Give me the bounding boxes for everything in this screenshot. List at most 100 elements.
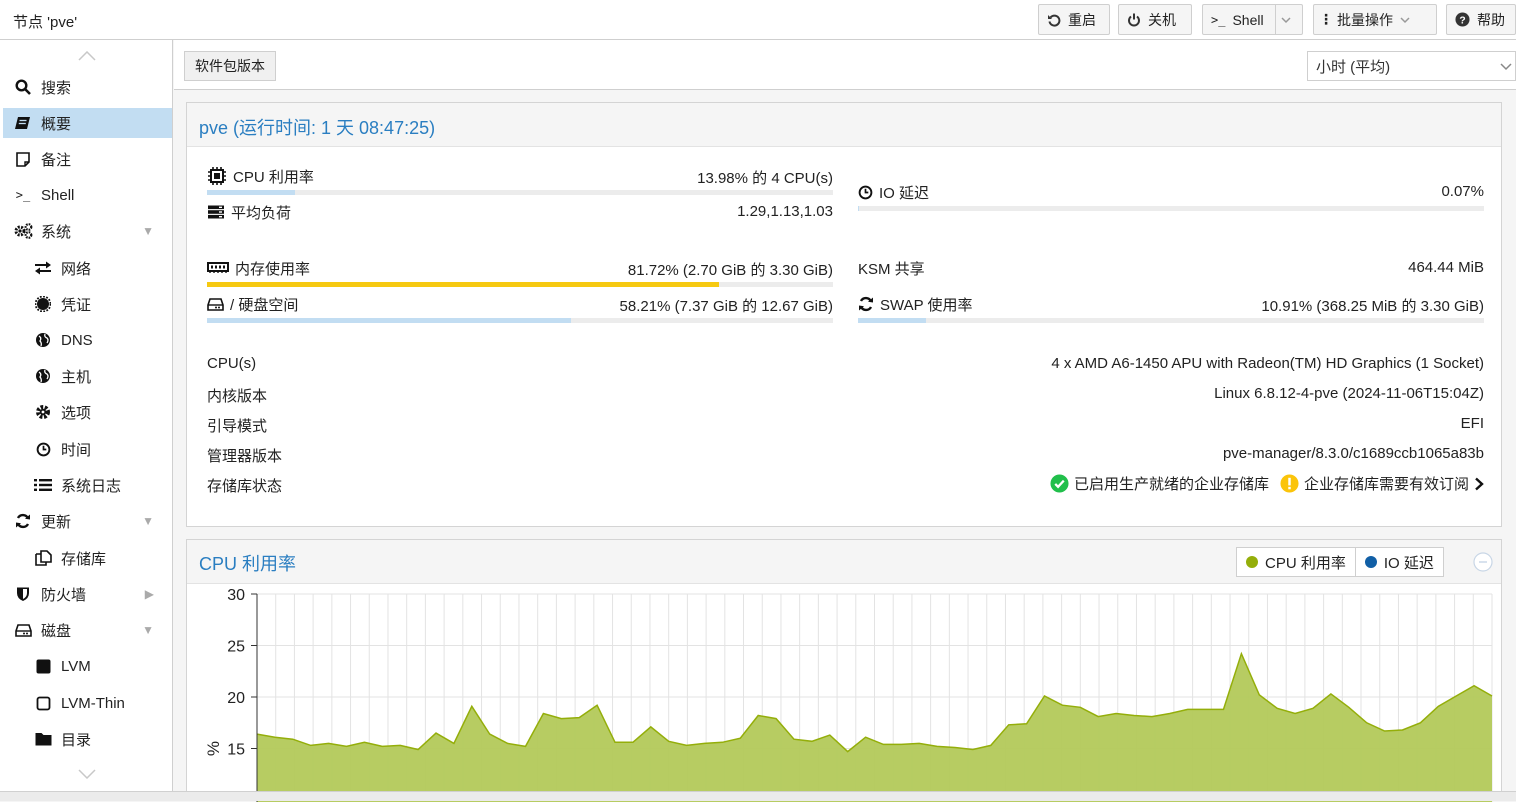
sidebar-item-summary[interactable]: 概要 [3, 108, 172, 138]
restart-label: 重启 [1068, 10, 1096, 30]
sidebar-item-firewall[interactable]: 防火墙 ▶ [3, 579, 172, 609]
clock-icon [858, 185, 873, 200]
sidebar-item-label: LVM-Thin [61, 695, 125, 712]
caret-down-icon[interactable]: ▼ [142, 224, 154, 238]
help-button[interactable]: ? 帮助 [1446, 4, 1516, 35]
shell-dropdown-toggle[interactable] [1275, 5, 1291, 34]
sidebar-item-label: 存储库 [61, 548, 106, 569]
load-average-label: 平均负荷 [231, 202, 291, 223]
collapse-icon[interactable] [1473, 552, 1493, 576]
sidebar-item-lvm-thin[interactable]: LVM-Thin [3, 688, 172, 718]
summary-toolbar: 软件包版本 小时 (平均) [174, 40, 1516, 90]
sidebar-item-lvm[interactable]: LVM [3, 651, 172, 681]
sidebar: 搜索 概要 备注 >_ Shell 系统 ▼ 网络 凭证 DNS 主机 选项 [0, 40, 173, 801]
swap-usage-row: SWAP 使用率 10.91% (368.25 MiB 的 3.30 GiB) [858, 292, 1484, 316]
sidebar-item-updates[interactable]: 更新 ▼ [3, 506, 172, 536]
cpu-usage-value: 13.98% 的 4 CPU(s) [697, 167, 833, 188]
sidebar-item-label: Shell [41, 187, 74, 204]
caret-down-icon[interactable]: ▼ [142, 514, 154, 528]
y-tick-label: 25 [227, 639, 245, 656]
question-circle-icon: ? [1455, 12, 1470, 27]
sidebar-item-time[interactable]: 时间 [3, 434, 172, 464]
sidebar-item-system[interactable]: 系统 ▼ [3, 216, 172, 246]
repository-warning-text: 企业存储库需要有效订阅 [1304, 473, 1469, 494]
sidebar-item-label: 网络 [61, 258, 91, 279]
warning-circle-icon [1280, 474, 1299, 493]
terminal-icon: >_ [1211, 13, 1225, 27]
chevron-right-icon[interactable] [1474, 477, 1484, 491]
chart-y-axis: 30252015% [204, 587, 257, 802]
caret-down-icon[interactable]: ▼ [142, 623, 154, 637]
ksm-sharing-row: KSM 共享 464.44 MiB [858, 256, 1484, 280]
cpu-chart-panel: CPU 利用率 CPU 利用率 IO 延迟 30252015% [186, 539, 1502, 801]
hdd-icon [13, 623, 33, 637]
sidebar-item-search[interactable]: 搜索 [3, 72, 172, 102]
kernel-version-value: Linux 6.8.12-4-pve (2024-11-06T15:04Z) [1214, 385, 1484, 402]
sidebar-item-syslog[interactable]: 系统日志 [3, 470, 172, 500]
sidebar-item-shell[interactable]: >_ Shell [3, 180, 172, 210]
note-icon [13, 152, 33, 167]
boot-mode-value: EFI [1461, 415, 1484, 432]
manager-version-value: pve-manager/8.3.0/c1689ccb1065a83b [1223, 445, 1484, 462]
repository-ok-text: 已启用生产就绪的企业存储库 [1074, 473, 1269, 494]
scroll-up-icon[interactable] [78, 48, 96, 66]
cpu-usage-bar [207, 190, 833, 195]
scroll-down-icon[interactable] [78, 766, 96, 784]
files-icon [33, 550, 53, 566]
terminal-icon: >_ [13, 188, 33, 202]
bulk-actions-button[interactable]: ⋮ 批量操作 [1313, 4, 1437, 35]
y-tick-label: 15 [227, 742, 245, 759]
shutdown-button[interactable]: 关机 [1118, 4, 1192, 35]
check-circle-icon [1050, 474, 1069, 493]
restart-button[interactable]: 重启 [1038, 4, 1110, 35]
status-panel-header: pve (运行时间: 1 天 08:47:25) [187, 103, 1501, 147]
ellipsis-vertical-icon: ⋮ [1322, 11, 1330, 28]
package-versions-button[interactable]: 软件包版本 [184, 51, 276, 81]
swap-usage-bar [858, 318, 1484, 323]
list-icon [33, 478, 53, 492]
timeframe-select[interactable]: 小时 (平均) [1307, 51, 1516, 81]
timeframe-value: 小时 (平均) [1316, 56, 1390, 77]
repository-status: 已启用生产就绪的企业存储库 企业存储库需要有效订阅 [1050, 473, 1484, 494]
sidebar-item-dns[interactable]: DNS [3, 325, 172, 355]
chevron-down-icon[interactable] [1499, 55, 1513, 80]
sidebar-item-repositories[interactable]: 存储库 [3, 543, 172, 573]
sidebar-item-label: 目录 [61, 729, 91, 750]
shell-label: Shell [1232, 12, 1263, 28]
sidebar-item-label: 系统 [41, 221, 71, 242]
node-title: 节点 'pve' [13, 11, 77, 32]
sidebar-item-hosts[interactable]: 主机 [3, 361, 172, 391]
undo-icon [1047, 13, 1061, 27]
main-content: 软件包版本 小时 (平均) pve (运行时间: 1 天 08:47:25) C… [174, 40, 1516, 801]
gear-icon [33, 404, 53, 420]
sidebar-item-options[interactable]: 选项 [3, 397, 172, 427]
y-tick-label: 30 [227, 587, 245, 604]
cpus-label: CPU(s) [207, 355, 256, 372]
bottom-splitter[interactable] [0, 791, 1516, 801]
sidebar-item-directory[interactable]: 目录 [3, 724, 172, 754]
cpu-chart-header: CPU 利用率 CPU 利用率 IO 延迟 [187, 540, 1501, 584]
sidebar-item-network[interactable]: 网络 [3, 253, 172, 283]
ksm-sharing-label: KSM 共享 [858, 258, 925, 279]
memory-icon [207, 262, 229, 274]
shell-button[interactable]: >_ Shell [1202, 4, 1303, 35]
sidebar-item-label: 时间 [61, 439, 91, 460]
swap-usage-label: SWAP 使用率 [880, 294, 973, 315]
sidebar-item-label: 选项 [61, 402, 91, 423]
disk-space-label: / 硬盘空间 [230, 294, 298, 315]
sidebar-item-label: LVM [61, 658, 91, 675]
sidebar-item-disks[interactable]: 磁盘 ▼ [3, 615, 172, 645]
legend-item-io[interactable]: IO 延迟 [1356, 548, 1443, 576]
boot-mode-label: 引导模式 [207, 415, 267, 436]
sidebar-item-certificates[interactable]: 凭证 [3, 289, 172, 319]
caret-right-icon[interactable]: ▶ [145, 587, 154, 601]
square-icon [33, 659, 53, 674]
legend-item-cpu[interactable]: CPU 利用率 [1237, 548, 1356, 576]
io-delay-label: IO 延迟 [879, 182, 929, 203]
sidebar-item-label: DNS [61, 332, 93, 349]
load-average-row: 平均负荷 1.29,1.13,1.03 [207, 200, 833, 224]
sidebar-item-notes[interactable]: 备注 [3, 144, 172, 174]
search-icon [13, 79, 33, 95]
top-bar: 节点 'pve' 重启 关机 >_ Shell ⋮ 批量操作 ? 帮助 [0, 0, 1516, 40]
legend-label-cpu: CPU 利用率 [1265, 552, 1346, 573]
